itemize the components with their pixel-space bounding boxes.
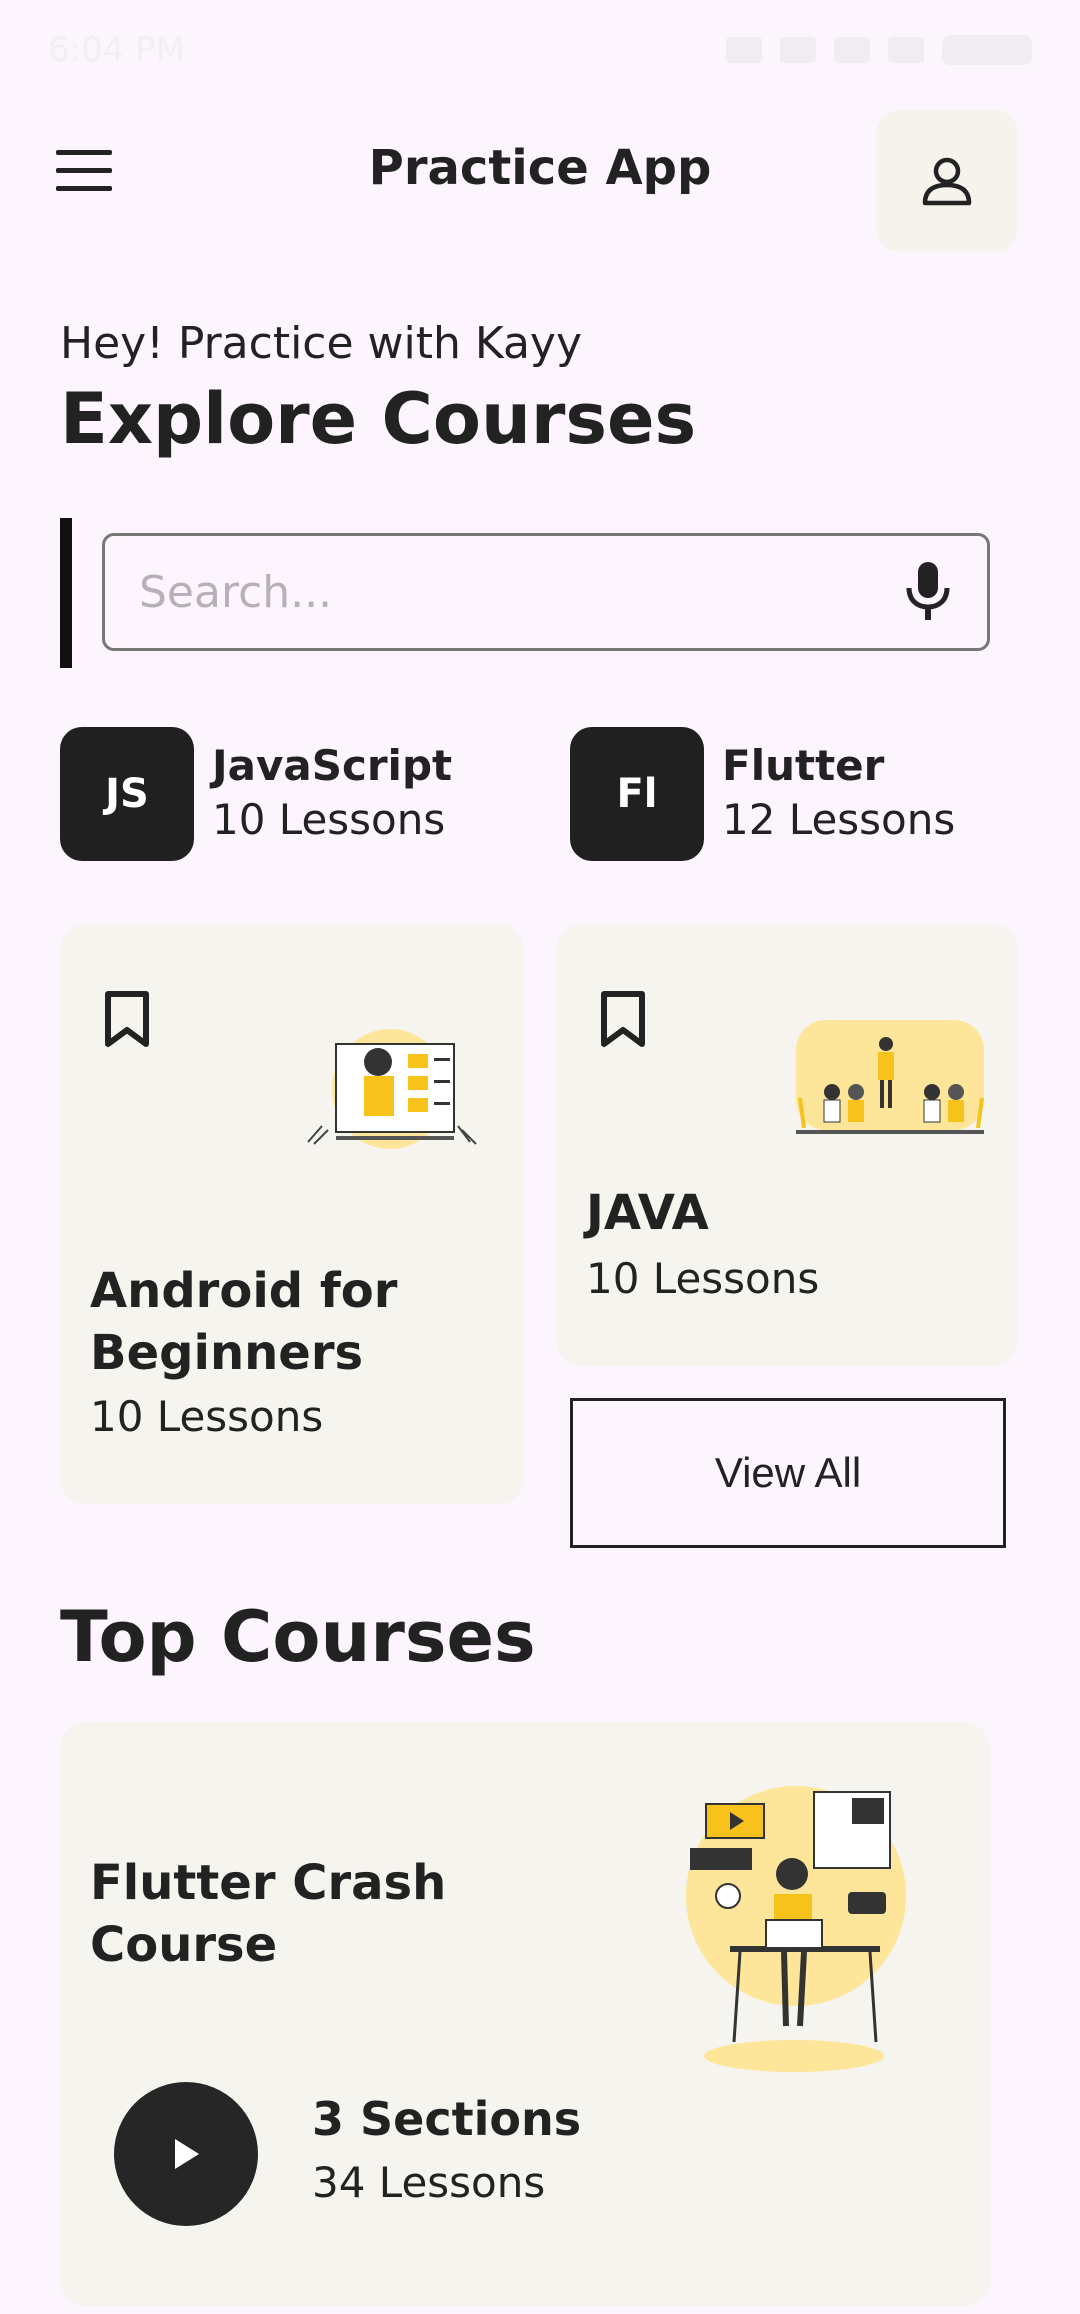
top-courses-heading: Top Courses xyxy=(60,1596,536,1678)
status-bar: 6:04 PM xyxy=(0,0,1080,100)
battery-icon xyxy=(942,35,1032,65)
course-card-android[interactable]: Android for Beginners 10 Lessons xyxy=(60,924,524,1504)
category-chip-flutter[interactable]: Fl Flutter 12 Lessons xyxy=(570,727,955,861)
bookmark-icon[interactable] xyxy=(104,990,150,1048)
category-name: JavaScript xyxy=(212,741,453,790)
explore-courses-heading: Explore Courses xyxy=(60,378,697,460)
category-lesson-count: 12 Lessons xyxy=(722,795,956,844)
greeting-text: Hey! Practice with Kayy xyxy=(60,318,583,369)
mic-icon[interactable] xyxy=(903,560,953,624)
course-title-line2: Beginners xyxy=(90,1325,364,1381)
category-abbr-badge: Fl xyxy=(570,727,704,861)
search-accent-bar xyxy=(60,518,72,668)
top-course-sections: 3 Sections xyxy=(312,2092,582,2146)
top-course-title-line1: Flutter Crash xyxy=(90,1855,447,1911)
online-learning-illustration xyxy=(307,1029,477,1149)
course-lesson-count: 10 Lessons xyxy=(90,1392,324,1441)
profile-button[interactable] xyxy=(876,110,1018,252)
top-course-title-line2: Course xyxy=(90,1917,278,1973)
course-card-java[interactable]: JAVA 10 Lessons xyxy=(556,924,1018,1366)
status-icons xyxy=(726,35,1032,65)
network-icon xyxy=(888,37,924,63)
app-bar: Practice App xyxy=(0,110,1080,260)
play-icon xyxy=(175,2139,199,2169)
top-course-card[interactable]: Flutter Crash Course 3 Sections 34 Lesso… xyxy=(60,1722,990,2306)
signal-icon xyxy=(780,37,816,63)
view-all-button[interactable]: View All xyxy=(570,1398,1006,1548)
status-time: 6:04 PM xyxy=(48,30,185,70)
top-course-lessons: 34 Lessons xyxy=(312,2158,546,2207)
student-laptop-illustration xyxy=(686,1786,906,2072)
course-title: JAVA xyxy=(586,1185,709,1241)
course-lesson-count: 10 Lessons xyxy=(586,1254,820,1303)
category-abbr-badge: JS xyxy=(60,727,194,861)
wifi-icon xyxy=(834,37,870,63)
category-chip-javascript[interactable]: JS JavaScript 10 Lessons xyxy=(60,727,452,861)
bookmark-icon[interactable] xyxy=(600,990,646,1048)
person-icon xyxy=(922,157,972,206)
category-name: Flutter xyxy=(722,741,885,790)
course-title-line1: Android for xyxy=(90,1263,398,1319)
play-button[interactable] xyxy=(114,2082,258,2226)
category-lesson-count: 10 Lessons xyxy=(212,795,446,844)
sim-icon xyxy=(726,37,762,63)
search-input[interactable]: Search... xyxy=(102,533,990,651)
presentation-illustration xyxy=(796,1020,984,1134)
search-placeholder: Search... xyxy=(139,566,333,618)
